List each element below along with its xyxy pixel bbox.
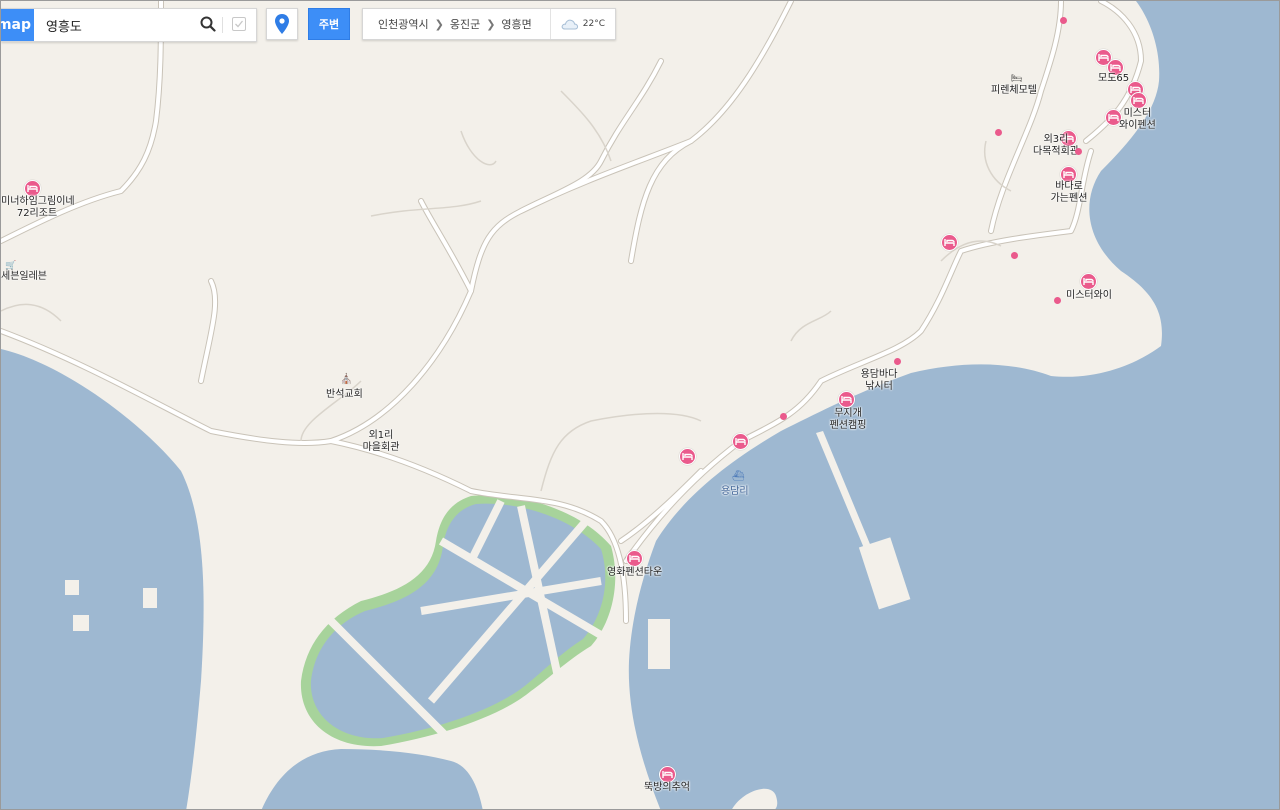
- poi-dot[interactable]: [894, 358, 901, 365]
- search-input[interactable]: [44, 16, 188, 34]
- bed-icon: [1083, 278, 1094, 285]
- poi-dot[interactable]: [1060, 17, 1067, 24]
- breadcrumb-city[interactable]: 인천광역시: [363, 16, 435, 32]
- breadcrumb: 인천광역시 ❯ 옹진군 ❯ 영흥면 22°C: [362, 8, 616, 40]
- place-label[interactable]: 외3리 다목적회관: [1031, 134, 1081, 158]
- map-base-layer: [1, 1, 1279, 809]
- bed-icon: [1110, 64, 1121, 71]
- weather-widget[interactable]: 22°C: [549, 9, 615, 39]
- weather-temperature: 22°C: [582, 19, 605, 29]
- lodging-marker[interactable]: [1080, 273, 1097, 290]
- place-label[interactable]: 무지개 펜션캠핑: [827, 408, 869, 432]
- place-label[interactable]: 피렌체모텔: [991, 85, 1037, 97]
- bed-icon: [1063, 171, 1074, 178]
- poi-dot[interactable]: [780, 413, 787, 420]
- bed-icon: [1108, 114, 1119, 121]
- bed-icon: [662, 771, 673, 778]
- place-label[interactable]: 세븐일레븐: [1, 271, 47, 283]
- place-label[interactable]: 반석교회: [326, 389, 363, 401]
- bed-icon: [841, 396, 852, 403]
- nearby-button[interactable]: 주변: [308, 8, 350, 40]
- chevron-right-icon: ❯: [434, 17, 444, 31]
- search-divider: [222, 17, 223, 33]
- place-label[interactable]: 바다로 가는펜션: [1047, 181, 1091, 205]
- lodging-marker[interactable]: [838, 391, 855, 408]
- bed-icon: [27, 185, 38, 192]
- map-canvas[interactable]: map 주변 인천광역시 ❯ 옹진군 ❯ 영흥면 22°C 미너하임그림이: [0, 0, 1280, 810]
- breadcrumb-town[interactable]: 영흥면: [495, 16, 537, 32]
- chevron-right-icon: ❯: [486, 17, 496, 31]
- lodging-marker[interactable]: [626, 550, 643, 567]
- village-icon: ⛴: [732, 471, 745, 482]
- bed-icon: [629, 555, 640, 562]
- check-icon[interactable]: [232, 17, 246, 31]
- bed-icon: [1133, 97, 1144, 104]
- cloud-icon: [561, 19, 578, 30]
- bed-icon: [944, 239, 955, 246]
- place-label[interactable]: 모도65: [1098, 73, 1129, 85]
- lodging-marker[interactable]: [659, 766, 676, 783]
- place-label[interactable]: 용담리: [721, 486, 749, 498]
- search-icon[interactable]: [200, 16, 216, 32]
- lodging-marker[interactable]: [24, 180, 41, 197]
- poi-dot[interactable]: [1011, 252, 1018, 259]
- place-label[interactable]: 외1리 마을회관: [360, 430, 402, 454]
- poi-dot[interactable]: [1054, 297, 1061, 304]
- location-pin-icon: [275, 14, 289, 34]
- poi-dot[interactable]: [1075, 148, 1082, 155]
- bed-icon: [735, 438, 746, 445]
- motel-icon: 🛏: [1011, 74, 1023, 84]
- church-icon: ⛪: [340, 374, 353, 385]
- place-label[interactable]: 미너하임그림이네 72리조트: [1, 196, 75, 220]
- brand-logo[interactable]: map: [1, 9, 34, 41]
- place-label[interactable]: 뚝방의추억: [644, 782, 690, 794]
- search-box: map: [1, 8, 257, 42]
- bed-icon: [682, 453, 693, 460]
- breadcrumb-county[interactable]: 옹진군: [444, 16, 486, 32]
- bed-icon: [1098, 54, 1109, 61]
- place-label[interactable]: 영화펜션타운: [607, 567, 662, 579]
- location-pin-button[interactable]: [266, 8, 298, 40]
- place-label[interactable]: 미스터와이: [1066, 290, 1112, 302]
- cart-icon: 🛒: [5, 261, 17, 271]
- poi-dot[interactable]: [995, 129, 1002, 136]
- lodging-marker[interactable]: [732, 433, 749, 450]
- place-label[interactable]: 미스터 와이펜션: [1119, 108, 1156, 132]
- lodging-marker[interactable]: [941, 234, 958, 251]
- lodging-marker[interactable]: [1130, 92, 1147, 109]
- lodging-marker[interactable]: [679, 448, 696, 465]
- place-label[interactable]: 용담바다 낚시터: [858, 369, 900, 393]
